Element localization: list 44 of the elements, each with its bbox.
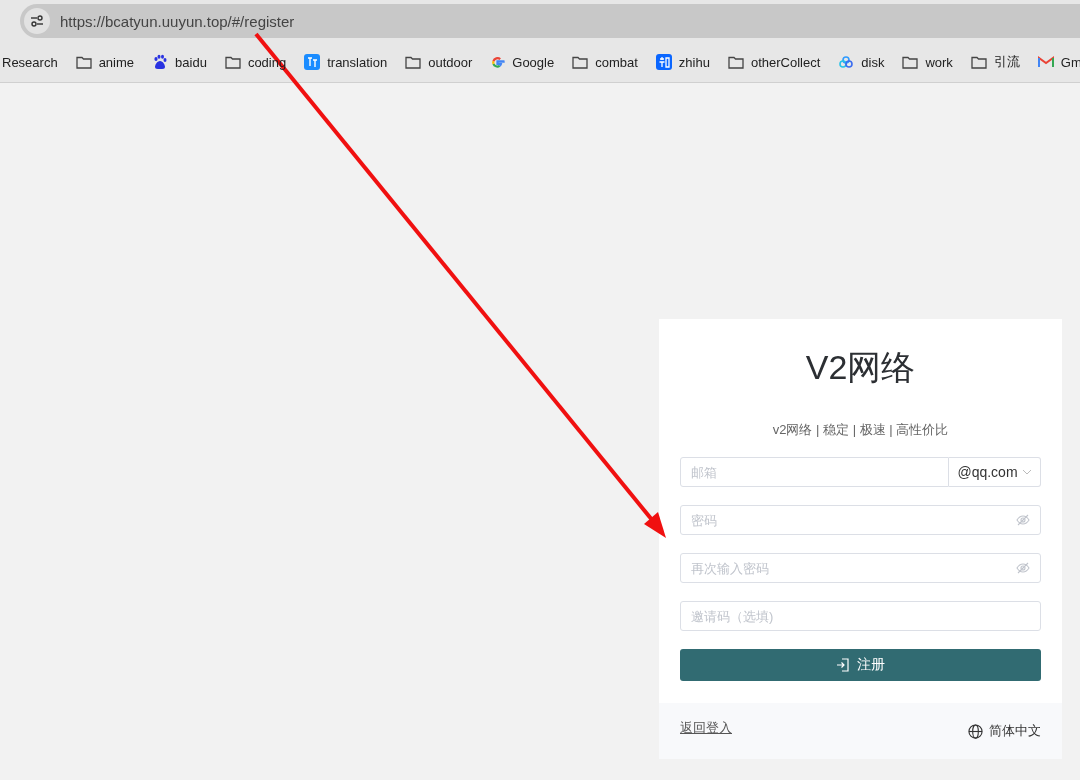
bookmark[interactable]: work xyxy=(902,54,953,70)
bookmark[interactable]: disk xyxy=(838,54,885,70)
bookmark[interactable]: otherCollect xyxy=(727,54,821,70)
password-field[interactable]: 再次输入密码 xyxy=(680,553,1041,583)
cloud-icon xyxy=(838,54,855,70)
folder-icon xyxy=(75,55,92,69)
translate-icon xyxy=(304,54,321,70)
folder-icon xyxy=(405,55,422,69)
address-bar[interactable]: https://bcatyun.uuyun.top/#/register xyxy=(20,4,1080,38)
bookmark[interactable]: 引流 xyxy=(970,53,1020,71)
bookmark[interactable]: Gm xyxy=(1037,54,1080,70)
folder-icon xyxy=(727,55,744,69)
google-icon xyxy=(490,54,506,70)
site-slogan: v2网络 | 稳定 | 极速 | 高性价比 xyxy=(771,421,950,439)
bookmark[interactable]: outdoor xyxy=(405,54,473,70)
folder-icon xyxy=(902,55,919,69)
language-switcher[interactable]: 简体中文 xyxy=(968,722,1041,740)
site-settings-icon[interactable] xyxy=(24,8,50,34)
email-field[interactable]: 邮箱 xyxy=(680,457,949,487)
bookmark[interactable]: Research xyxy=(2,54,58,70)
bookmark[interactable]: zhihu xyxy=(655,54,710,70)
mail-icon xyxy=(1037,56,1054,68)
password-field[interactable]: 密码 xyxy=(680,505,1041,535)
bookmark[interactable]: baidu xyxy=(152,54,207,70)
zhihu-icon xyxy=(655,54,672,70)
eye-off-icon[interactable] xyxy=(1016,562,1030,574)
bookmark[interactable]: combat xyxy=(572,54,638,70)
folder-icon xyxy=(572,55,589,69)
site-title: V2网络 xyxy=(804,347,917,388)
register-button[interactable]: 注册 xyxy=(680,649,1041,681)
email-domain-select[interactable]: @qq.com xyxy=(949,457,1041,487)
eye-off-icon[interactable] xyxy=(1016,514,1030,526)
back-to-login-link[interactable]: 返回登入 xyxy=(680,719,732,737)
paw-icon xyxy=(152,54,169,70)
bookmark[interactable]: translation xyxy=(304,54,388,70)
sign-in-icon xyxy=(836,658,849,672)
folder-icon xyxy=(224,55,241,69)
chevron-down-icon xyxy=(1021,469,1032,475)
invite-code-field[interactable]: 邀请码（选填) xyxy=(680,601,1041,631)
bookmark[interactable]: anime xyxy=(75,54,135,70)
url-text: https://bcatyun.uuyun.top/#/register xyxy=(60,12,295,30)
globe-icon xyxy=(968,723,983,739)
bookmark[interactable]: Google xyxy=(490,54,555,70)
folder-icon xyxy=(970,55,987,69)
